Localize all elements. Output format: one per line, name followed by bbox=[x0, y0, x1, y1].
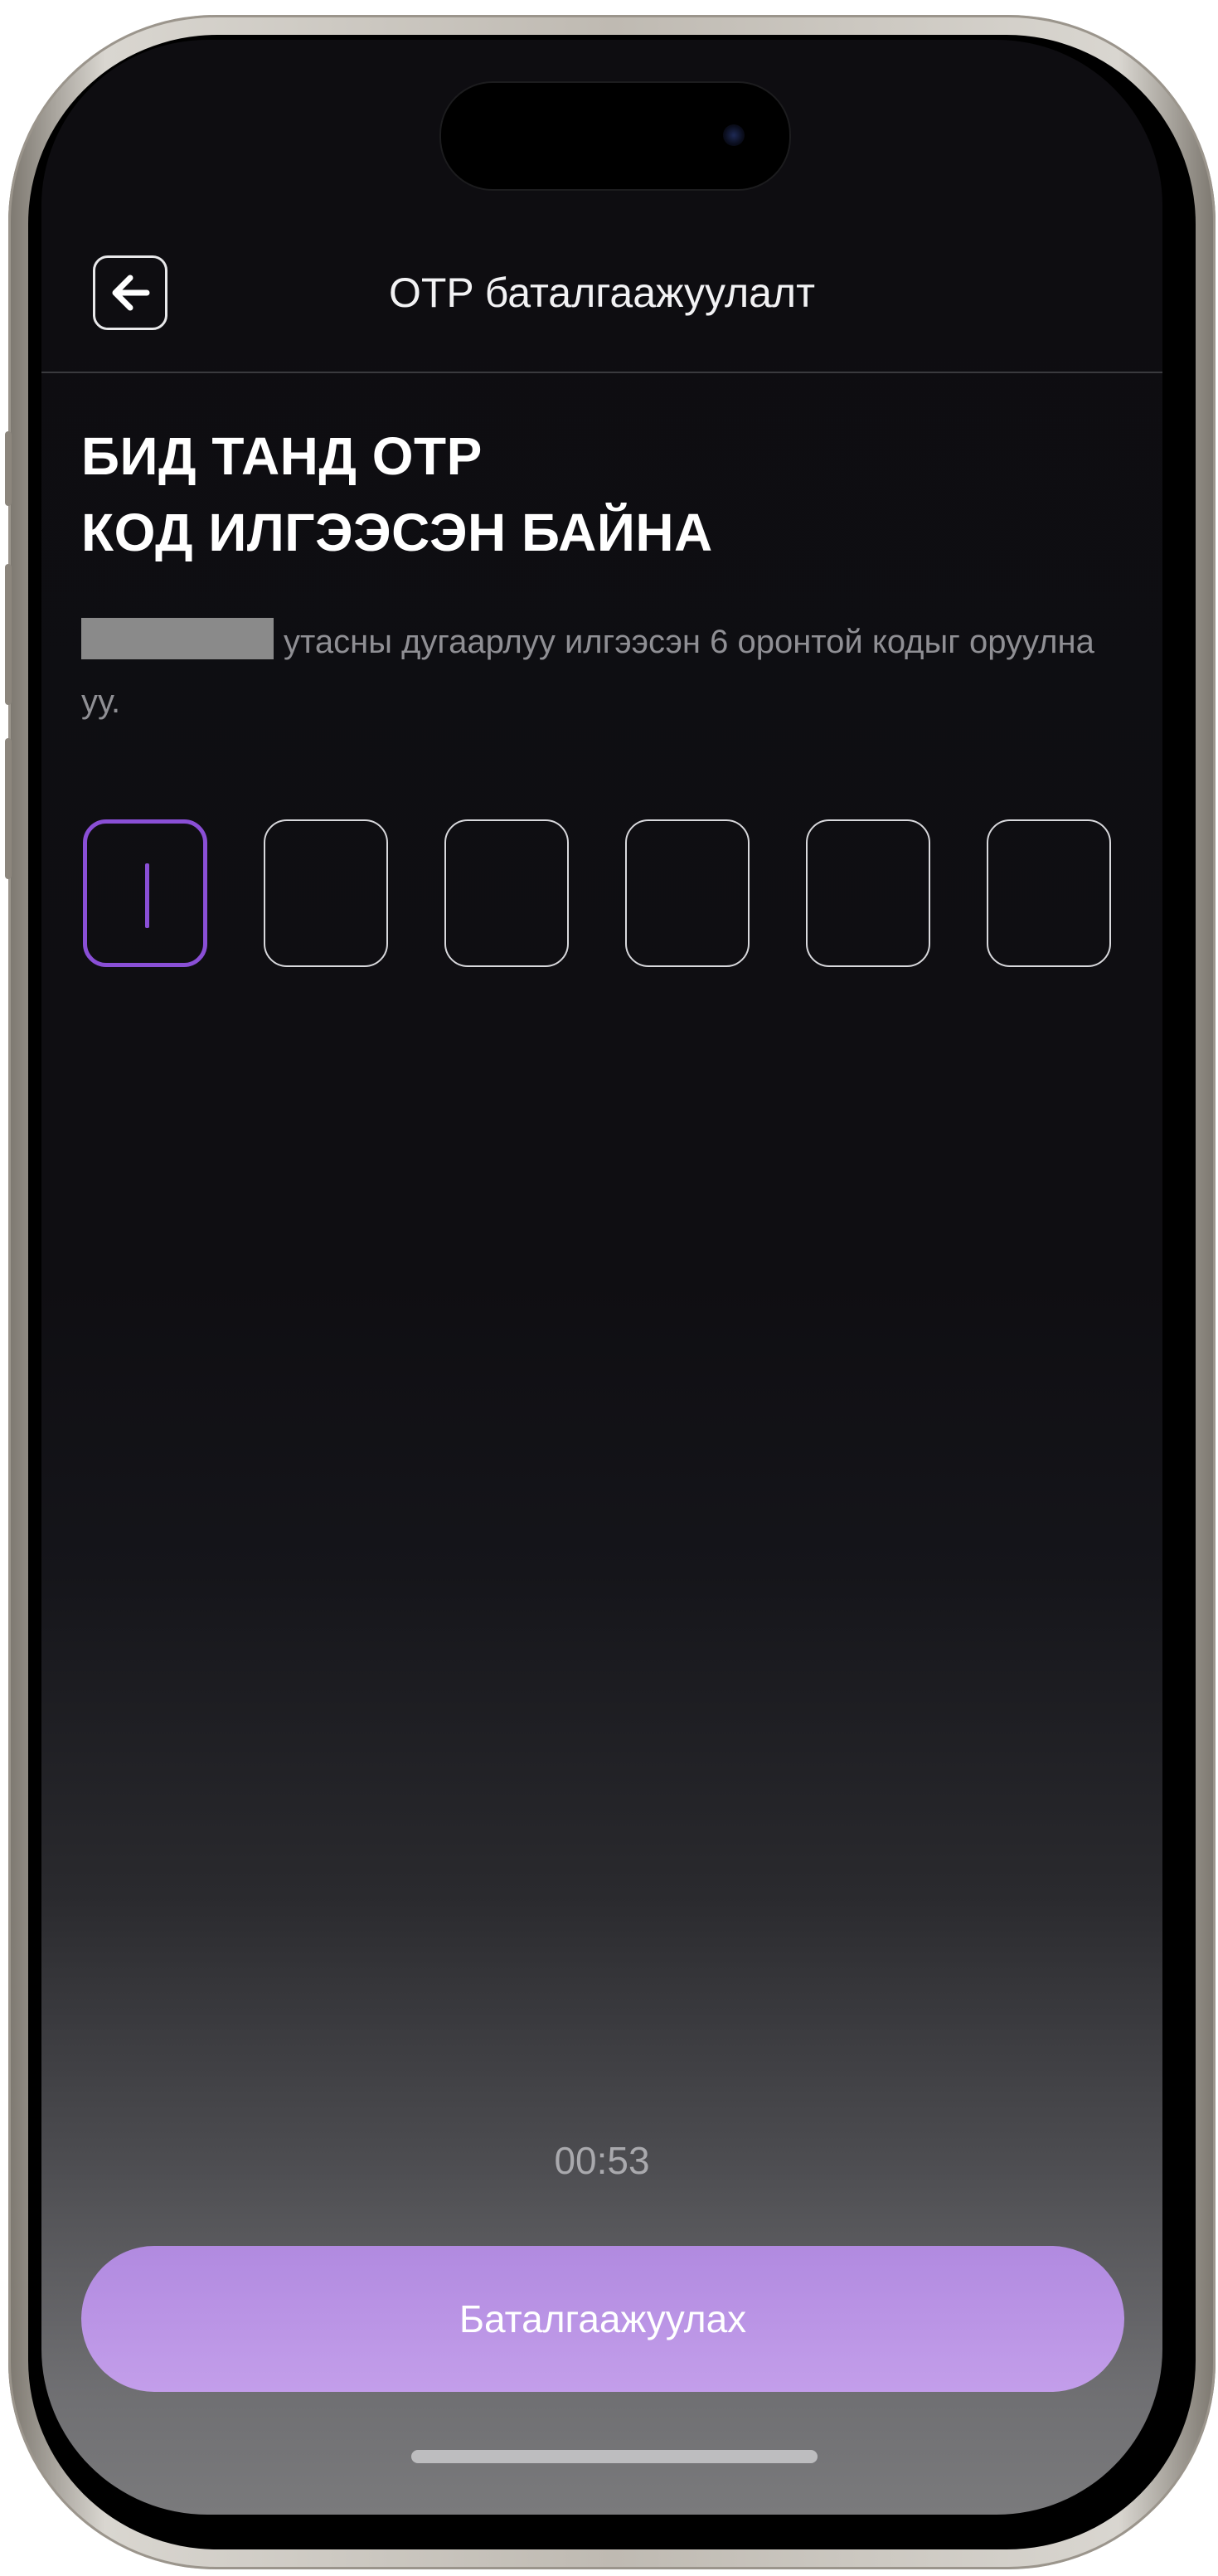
dynamic-island bbox=[439, 81, 791, 191]
home-indicator[interactable] bbox=[411, 2450, 818, 2463]
back-button[interactable] bbox=[93, 255, 167, 330]
otp-sent-heading: БИД ТАНД OTP КОД ИЛГЭЭСЭН БАЙНА bbox=[81, 418, 1076, 571]
otp-input-group bbox=[83, 819, 1136, 969]
resend-countdown-timer: 00:53 bbox=[554, 2139, 650, 2182]
confirm-button[interactable]: Баталгаажуулах bbox=[81, 2246, 1124, 2392]
otp-digit-3[interactable] bbox=[444, 819, 569, 967]
otp-digit-4[interactable] bbox=[625, 819, 750, 967]
otp-instructions: утасны дугаарлуу илгээсэн 6 оронтой коды… bbox=[81, 612, 1118, 731]
otp-digit-5[interactable] bbox=[806, 819, 930, 967]
masked-phone-number bbox=[81, 618, 274, 659]
heading-line-1: БИД ТАНД OTP bbox=[81, 426, 483, 486]
otp-digit-2[interactable] bbox=[264, 819, 388, 967]
arrow-left-icon bbox=[112, 275, 150, 311]
app-screen: OTP баталгаажуулалт БИД ТАНД OTP КОД ИЛГ… bbox=[41, 40, 1162, 2515]
otp-digit-1[interactable] bbox=[83, 819, 207, 967]
volume-down-button bbox=[5, 738, 12, 879]
front-camera-icon bbox=[723, 124, 745, 146]
top-bar: OTP баталгаажуулалт bbox=[41, 222, 1162, 373]
page-title: OTP баталгаажуулалт bbox=[388, 270, 815, 316]
heading-line-2: КОД ИЛГЭЭСЭН БАЙНА bbox=[81, 503, 713, 562]
volume-up-button bbox=[5, 564, 12, 705]
text-cursor bbox=[145, 863, 149, 928]
otp-digit-6[interactable] bbox=[987, 819, 1111, 967]
action-button bbox=[5, 431, 12, 506]
